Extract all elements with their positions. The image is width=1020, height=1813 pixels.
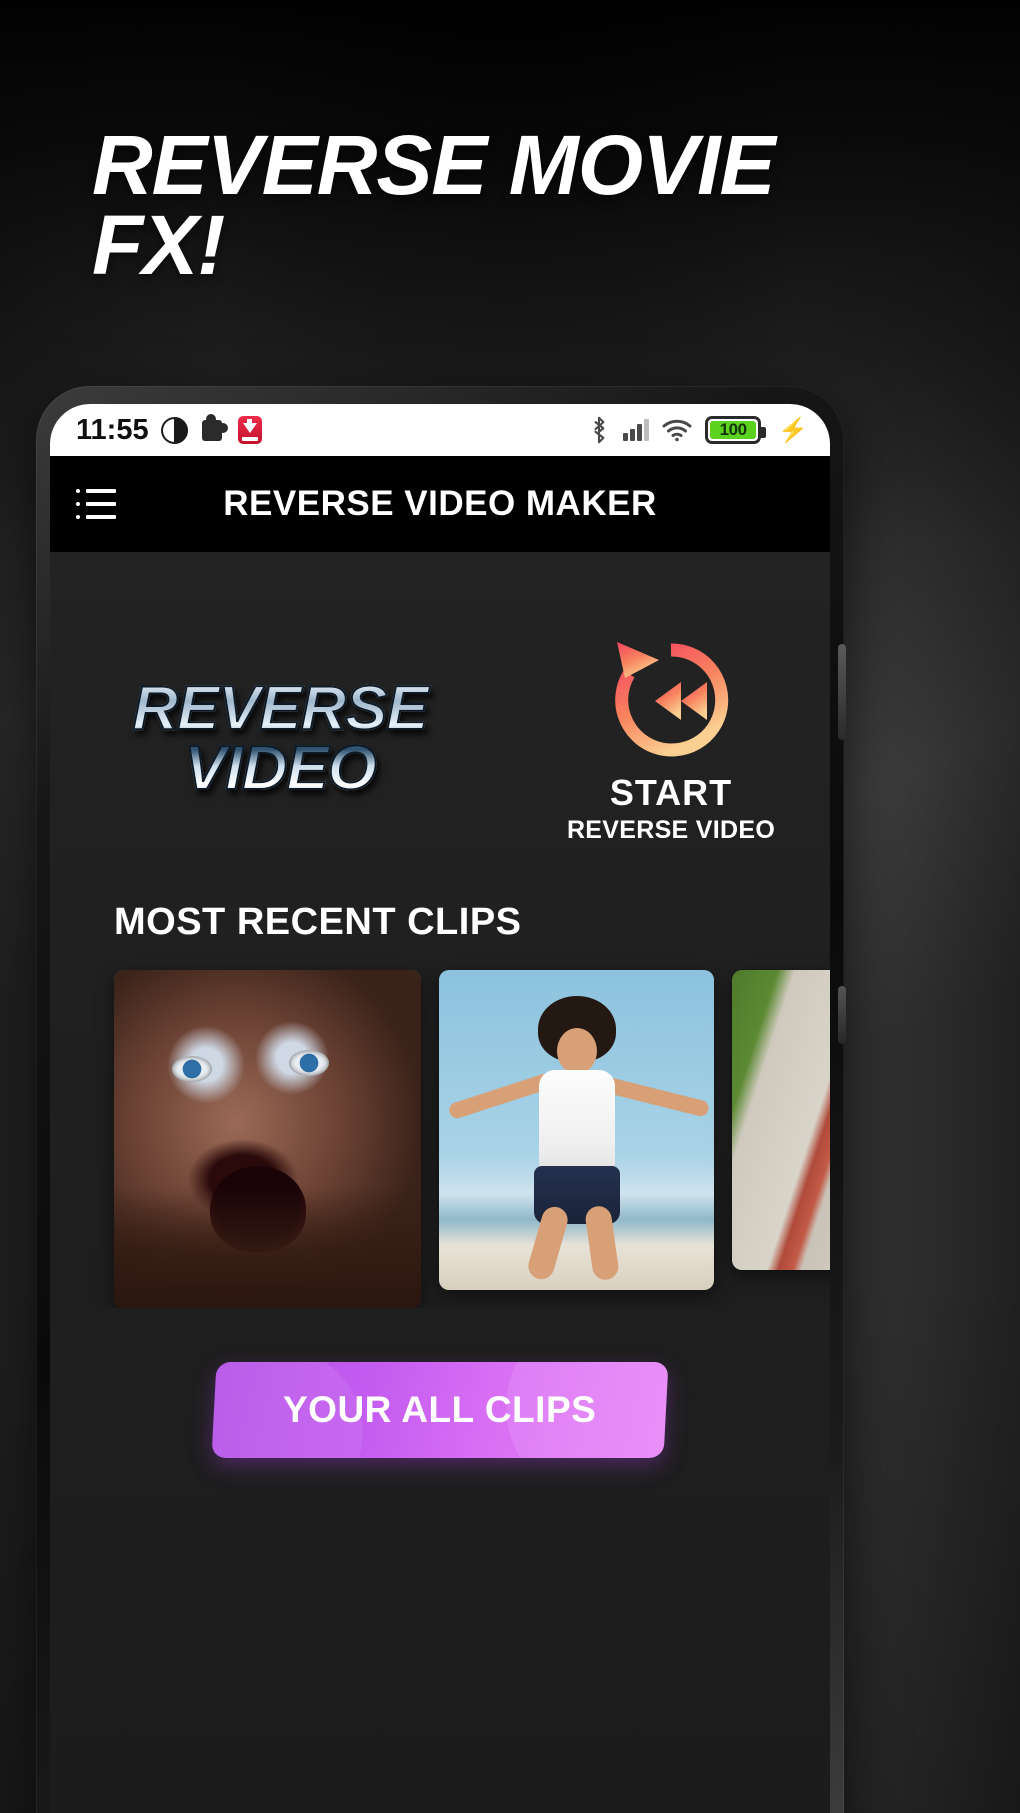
your-all-clips-label: YOUR ALL CLIPS (283, 1388, 597, 1430)
phone-mockup: 11:55 100 ⚡ REVERSE VIDEO MAKER REVERSE … (36, 386, 846, 1813)
signal-icon (623, 419, 650, 441)
phone-screen: 11:55 100 ⚡ REVERSE VIDEO MAKER REVERSE … (50, 404, 830, 1813)
hero-section: REVERSE VIDEO START REVERSE VIDEO (50, 552, 830, 845)
app-title: REVERSE VIDEO MAKER (223, 484, 657, 523)
app-content: REVERSE VIDEO START REVERSE VIDEO MOST R… (50, 552, 830, 1813)
bluetooth-icon (588, 416, 610, 444)
battery-icon: 100 (705, 416, 767, 444)
all-clips-button-row: YOUR ALL CLIPS (50, 1308, 830, 1458)
download-icon (237, 416, 262, 444)
rewind-loop-icon (605, 634, 737, 766)
clip-thumbnail-zombie-face[interactable] (114, 969, 421, 1308)
phone-volume-button (838, 986, 846, 1044)
start-sublabel: REVERSE VIDEO (566, 815, 776, 844)
list-menu-icon[interactable] (76, 489, 116, 519)
status-bar-left: 11:55 (76, 413, 262, 447)
recent-clips-list[interactable] (50, 944, 830, 1308)
phone-power-button (838, 644, 846, 740)
start-label: START (609, 772, 733, 813)
clip-thumbnail-beach-jump[interactable] (439, 969, 714, 1290)
promo-headline: REVERSE MOVIE FX! (92, 118, 776, 292)
charging-bolt-icon: ⚡ (778, 416, 808, 444)
status-bar-right: 100 ⚡ (588, 416, 808, 445)
status-bar-clock: 11:55 (76, 413, 149, 446)
clip-thumbnail-running-track[interactable] (732, 969, 830, 1270)
start-reverse-video-button[interactable]: START REVERSE VIDEO (546, 634, 796, 845)
status-bar: 11:55 100 ⚡ (50, 404, 830, 456)
puzzle-icon (200, 413, 228, 444)
your-all-clips-button[interactable]: YOUR ALL CLIPS (211, 1361, 669, 1458)
brand-logo: REVERSE VIDEO (76, 676, 484, 800)
battery-level-label: 100 (719, 420, 747, 439)
contrast-icon (160, 416, 188, 444)
app-bar: REVERSE VIDEO MAKER (50, 456, 830, 552)
recent-clips-heading: MOST RECENT CLIPS (114, 900, 522, 943)
wifi-icon (662, 418, 692, 442)
